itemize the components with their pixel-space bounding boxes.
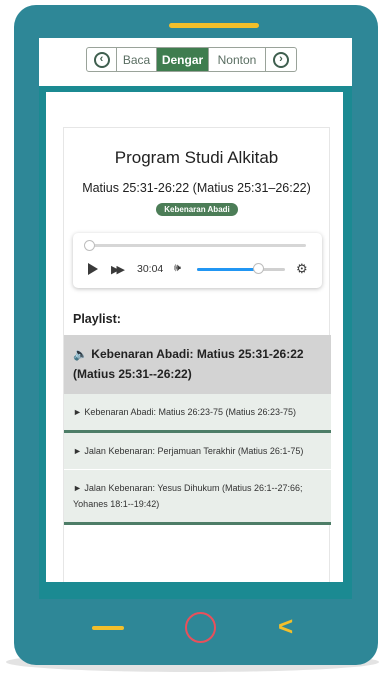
chevron-right-icon: › [273,51,289,68]
volume-level [197,268,259,271]
tab-dengar[interactable]: Dengar [157,48,209,71]
series-badge: Kebenaran Abadi [156,203,238,216]
triangle-right-icon: ► [73,407,85,417]
phone-screen: ‹ Baca Dengar Nonton › Program Studi Alk… [39,38,352,599]
progress-track[interactable] [88,244,306,247]
playlist-label: Playlist: [73,312,121,326]
gear-icon[interactable]: ⚙ [296,261,308,277]
content-area: Program Studi Alkitab Matius 25:31-26:22… [46,92,343,582]
volume-icon[interactable]: 🕪 [174,262,181,275]
playlist-item[interactable]: ► Kebenaran Abadi: Matius 26:23-75 (Mati… [64,394,331,433]
volume-track[interactable] [197,268,285,271]
playlist-item[interactable]: 🔈 Kebenaran Abadi: Matius 25:31-26:22 (M… [64,335,331,394]
phone-speaker [169,23,259,28]
fast-forward-icon[interactable]: ▶▶ [111,263,125,276]
playlist-item-label: Kebenaran Abadi: Matius 26:23-75 (Matius… [84,407,297,417]
media-mode-selector: ‹ Baca Dengar Nonton › [86,47,297,72]
playlist-item[interactable]: ► Jalan Kebenaran: Yesus Dihukum (Matius… [64,470,331,525]
volume-handle[interactable] [252,263,264,274]
program-card: Program Studi Alkitab Matius 25:31-26:22… [63,127,331,582]
time-display: 30:04 [137,263,164,275]
next-button[interactable]: › [266,48,296,71]
playlist-item-label: Kebenaran Abadi: Matius 25:31-26:22 (Mat… [73,347,304,381]
playlist-item-label: Jalan Kebenaran: Perjamuan Terakhir (Mat… [84,446,304,456]
top-navigation: ‹ Baca Dengar Nonton › [39,38,352,80]
playlist-item[interactable]: ► Jalan Kebenaran: Perjamuan Terakhir (M… [64,433,331,469]
triangle-right-icon: ► [73,446,85,456]
prev-button[interactable]: ‹ [87,48,117,71]
triangle-right-icon: ► [73,483,85,493]
chevron-left-icon: ‹ [93,51,110,68]
tab-baca[interactable]: Baca [117,48,157,71]
content-background: Program Studi Alkitab Matius 25:31-26:22… [39,86,352,599]
program-reference: Matius 25:31-26:22 (Matius 25:31–26:22) [82,181,311,195]
speaker-icon: 🔈 [73,347,92,361]
playlist: 🔈 Kebenaran Abadi: Matius 25:31-26:22 (M… [64,335,331,525]
audio-player: ▶▶ 30:04 🕪 ⚙ [73,233,322,288]
stage: ‹ Baca Dengar Nonton › Program Studi Alk… [0,0,385,675]
program-title: Program Studi Alkitab [114,148,279,167]
play-icon[interactable] [88,263,98,275]
playlist-item-label: Jalan Kebenaran: Yesus Dihukum (Matius 2… [73,483,303,509]
tab-nonton[interactable]: Nonton [209,48,266,71]
progress-handle[interactable] [84,240,95,251]
